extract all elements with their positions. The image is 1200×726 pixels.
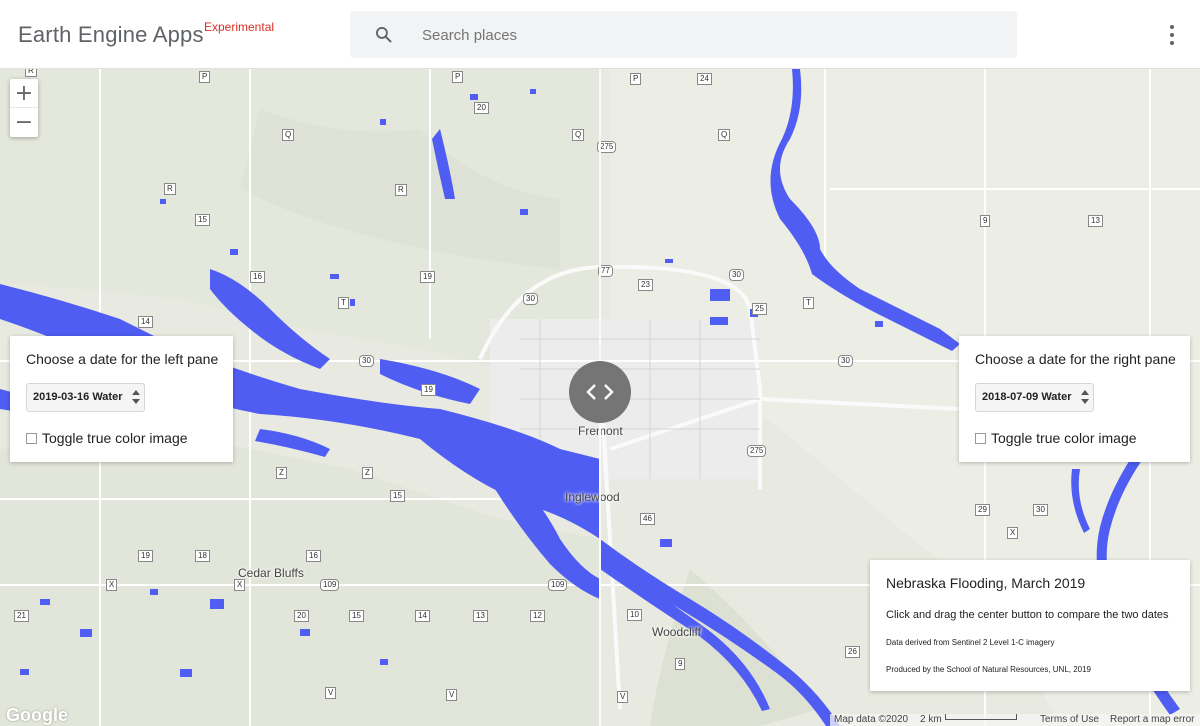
- route-shield: X: [234, 579, 246, 591]
- route-shield: X: [106, 579, 118, 591]
- info-credit: Produced by the School of Natural Resour…: [886, 665, 1092, 674]
- swipe-handle-button[interactable]: [569, 361, 631, 423]
- route-shield: 30: [838, 355, 853, 367]
- route-shield: 23: [638, 279, 653, 291]
- route-shield: 13: [473, 610, 488, 622]
- info-panel: Nebraska Flooding, March 2019 Click and …: [870, 560, 1190, 691]
- place-label-woodcliff: Woodcliff: [652, 625, 701, 639]
- zoom-in-button[interactable]: +: [10, 79, 38, 108]
- zoom-out-button[interactable]: −: [10, 108, 38, 137]
- route-shield: X: [1007, 527, 1019, 539]
- experimental-badge: Experimental: [204, 20, 275, 34]
- right-date-select[interactable]: 2018-07-09 Water: [975, 383, 1095, 412]
- route-shield: 26: [845, 646, 860, 658]
- route-shield: 25: [752, 303, 767, 315]
- select-arrows-icon: [1081, 390, 1090, 404]
- route-shield: 275: [747, 445, 767, 457]
- info-title: Nebraska Flooding, March 2019: [886, 575, 1086, 591]
- route-shield: 16: [306, 550, 321, 562]
- info-instructions: Click and drag the center button to comp…: [886, 609, 1169, 621]
- place-label-inglewood: Inglewood: [565, 490, 620, 504]
- route-shield: 16: [250, 271, 265, 283]
- route-shield: Q: [572, 129, 585, 141]
- route-shield: V: [446, 689, 458, 701]
- left-true-color-checkbox[interactable]: [26, 432, 37, 444]
- route-shield: T: [803, 297, 814, 309]
- select-arrows-icon: [132, 390, 141, 404]
- left-true-color-label: Toggle true color image: [42, 430, 188, 446]
- left-true-color-toggle[interactable]: Toggle true color image: [26, 430, 188, 446]
- google-logo[interactable]: Google: [6, 705, 68, 726]
- search-icon[interactable]: [374, 25, 394, 45]
- route-shield: 46: [640, 513, 655, 525]
- left-date-select[interactable]: 2019-03-16 Water: [26, 383, 146, 412]
- route-shield: P: [452, 71, 464, 83]
- route-shield: R: [164, 183, 176, 195]
- route-shield: 14: [415, 610, 430, 622]
- route-shield: 30: [523, 293, 538, 305]
- route-shield: 19: [420, 271, 435, 283]
- terms-link[interactable]: Terms of Use: [1040, 714, 1099, 725]
- route-shield: 9: [675, 658, 686, 670]
- scale-bar[interactable]: [945, 714, 1017, 720]
- route-shield: Z: [276, 467, 287, 479]
- route-shield: 9: [980, 215, 991, 227]
- search-bar[interactable]: [350, 11, 1017, 58]
- left-pane-panel: Choose a date for the left pane 2019-03-…: [10, 336, 233, 462]
- right-pane-panel: Choose a date for the right pane 2018-07…: [959, 336, 1190, 462]
- route-shield: Z: [362, 467, 373, 479]
- route-shield: P: [199, 71, 211, 83]
- route-shield: Q: [282, 129, 295, 141]
- route-shield: 21: [14, 610, 29, 622]
- left-date-value: 2019-03-16 Water: [33, 391, 123, 403]
- route-shield: 109: [320, 579, 340, 591]
- route-shield: 15: [349, 610, 364, 622]
- map-data-attribution[interactable]: Map data ©2020: [834, 714, 908, 725]
- route-shield: P: [630, 73, 642, 85]
- route-shield: 30: [359, 355, 374, 367]
- route-shield: 10: [627, 609, 642, 621]
- right-pane-title: Choose a date for the right pane: [975, 351, 1176, 367]
- more-options-icon[interactable]: [1160, 22, 1184, 48]
- route-shield: 14: [138, 316, 153, 328]
- route-shield: 15: [195, 214, 210, 226]
- route-shield: 109: [548, 579, 568, 591]
- app-title: Earth Engine Apps: [18, 22, 204, 47]
- route-shield: 13: [1088, 215, 1103, 227]
- map-footer: Map data ©2020 2 km Terms of Use Report …: [830, 714, 1200, 726]
- place-label-cedar-bluffs: Cedar Bluffs: [238, 566, 304, 580]
- app-header: Earth Engine Apps Experimental: [0, 0, 1200, 69]
- map-canvas[interactable]: R P P P 24 20 Q Q Q 275 R R 15 9 13 19 1…: [0, 69, 1200, 726]
- right-true-color-toggle[interactable]: Toggle true color image: [975, 430, 1137, 446]
- report-map-error-link[interactable]: Report a map error: [1110, 714, 1194, 725]
- route-shield: 29: [975, 504, 990, 516]
- route-shield: Q: [718, 129, 731, 141]
- left-pane-title: Choose a date for the left pane: [26, 351, 219, 367]
- right-date-value: 2018-07-09 Water: [982, 391, 1072, 403]
- route-shield: 20: [294, 610, 309, 622]
- route-shield: T: [338, 297, 349, 309]
- route-shield: V: [325, 687, 337, 699]
- route-shield: 30: [1033, 504, 1048, 516]
- route-shield: 24: [697, 73, 712, 85]
- zoom-control: + −: [10, 79, 38, 137]
- route-shield: V: [617, 691, 629, 703]
- right-true-color-label: Toggle true color image: [991, 430, 1137, 446]
- scale-label[interactable]: 2 km: [920, 714, 942, 725]
- route-shield: 18: [195, 550, 210, 562]
- route-shield: R: [395, 184, 407, 196]
- info-data-source: Data derived from Sentinel 2 Level 1-C i…: [886, 638, 1055, 647]
- route-shield: 30: [729, 269, 744, 281]
- route-shield: 20: [474, 102, 489, 114]
- route-shield: R: [25, 69, 37, 77]
- right-true-color-checkbox[interactable]: [975, 432, 986, 444]
- code-chevrons-icon: [586, 384, 614, 400]
- route-shield: 15: [390, 490, 405, 502]
- app-root: Earth Engine Apps Experimental Search pl…: [0, 0, 1200, 726]
- route-shield: 19: [421, 384, 436, 396]
- search-input[interactable]: [422, 21, 982, 49]
- route-shield: 12: [530, 610, 545, 622]
- route-shield: 19: [138, 550, 153, 562]
